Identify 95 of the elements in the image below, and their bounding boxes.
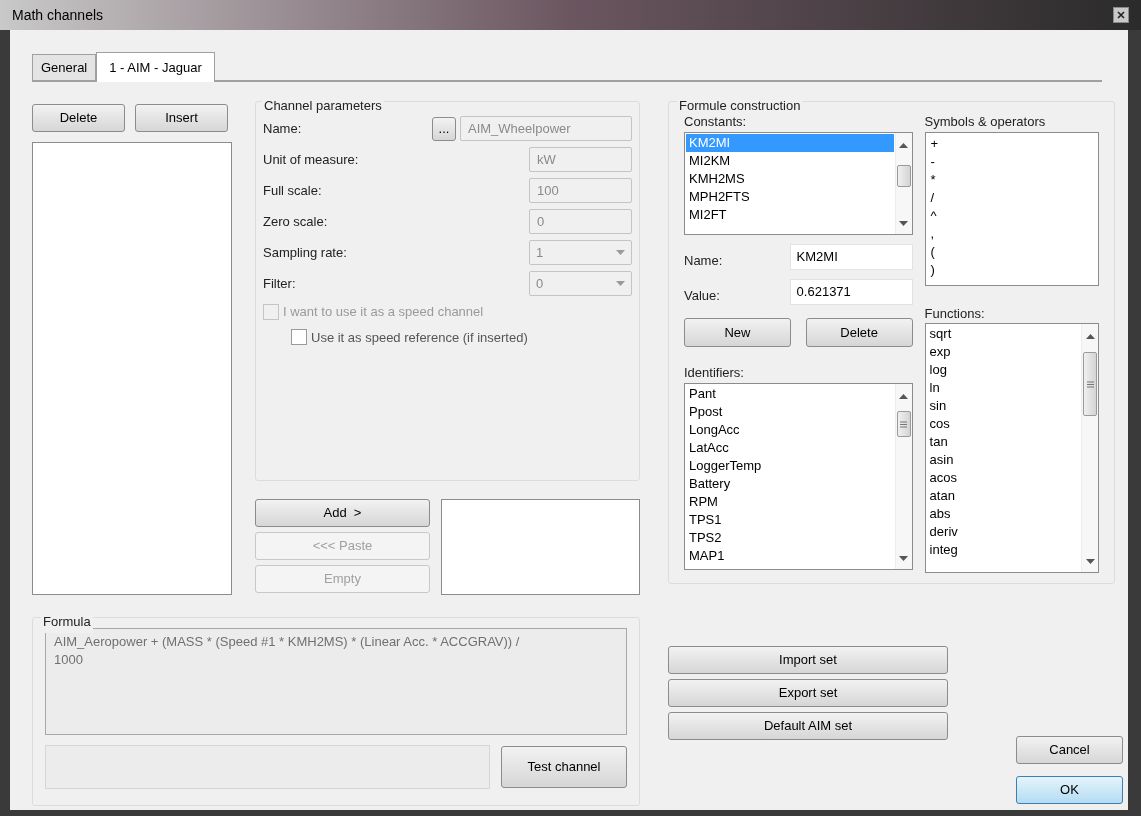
caret-icon bbox=[616, 250, 625, 255]
scroll-down-icon[interactable] bbox=[899, 221, 909, 226]
browse-button[interactable]: ... bbox=[432, 116, 456, 141]
list-item[interactable]: log bbox=[929, 361, 947, 379]
symbols-list[interactable]: + - * / ^ , ( ) bbox=[924, 132, 1099, 286]
scroll-down-icon[interactable] bbox=[899, 556, 909, 561]
list-item[interactable]: * bbox=[930, 171, 936, 189]
scrollbar[interactable] bbox=[894, 384, 912, 569]
list-item[interactable]: Ppost bbox=[689, 403, 891, 421]
list-item[interactable]: + bbox=[930, 135, 939, 153]
formula-part-box[interactable] bbox=[441, 499, 640, 595]
grip-icon bbox=[1086, 380, 1094, 388]
text-field[interactable]: KM2MI bbox=[789, 244, 913, 270]
scrollbar[interactable] bbox=[1081, 324, 1098, 572]
field-label: Full scale: bbox=[263, 182, 322, 199]
tab[interactable]: 1 - AIM - Jaguar bbox=[96, 52, 215, 82]
scroll-up-icon[interactable] bbox=[1085, 334, 1095, 339]
test-channel-button[interactable]: Test channel bbox=[501, 746, 627, 788]
field-label: Functions: bbox=[924, 306, 986, 322]
close-button[interactable] bbox=[1113, 7, 1129, 23]
list-item[interactable]: sqrt bbox=[929, 325, 952, 343]
identifiers-list[interactable]: Pant Ppost LongAcc LatAcc LoggerTemp Battery RPM TPS1 TPS2 MAP1 bbox=[684, 383, 913, 570]
dialog-button[interactable]: OK bbox=[1016, 776, 1123, 804]
checkbox[interactable] bbox=[291, 329, 307, 346]
list-item[interactable]: MPH2FTS bbox=[686, 188, 894, 206]
window-title: Math channels bbox=[12, 5, 104, 25]
list-item[interactable]: cos bbox=[929, 415, 950, 433]
list-item[interactable]: MAP1 bbox=[689, 547, 891, 565]
tab[interactable]: General bbox=[32, 54, 97, 80]
set-button[interactable]: Default AIM set bbox=[668, 712, 948, 740]
list-item[interactable]: KMH2MS bbox=[686, 170, 894, 188]
field-label: Name: bbox=[684, 253, 723, 269]
field-label: Unit of measure: bbox=[263, 151, 359, 168]
field-label: Constants: bbox=[684, 114, 748, 130]
constant-button[interactable]: New bbox=[684, 318, 791, 347]
list-item[interactable]: LongAcc bbox=[689, 421, 891, 439]
field-label: Symbols & operators bbox=[924, 114, 1047, 130]
list-item[interactable]: , bbox=[930, 225, 935, 243]
close-icon bbox=[1117, 11, 1125, 19]
field-label: Identifiers: bbox=[684, 365, 745, 381]
scroll-thumb[interactable] bbox=[1083, 352, 1097, 416]
list-item[interactable]: / bbox=[930, 189, 935, 207]
functions-list[interactable]: sqrt exp log ln sin cos tan asin acos atan abs deriv integ bbox=[924, 323, 1099, 573]
caret-icon bbox=[616, 281, 625, 286]
formula-text-area[interactable]: AIM_Aeropower + (MASS * (Speed #1 * KMH2MS) * (Linear Acc. * ACCGRAV)) / 1000 bbox=[45, 628, 627, 735]
set-button[interactable]: Import set bbox=[668, 646, 948, 674]
list-item[interactable]: acos bbox=[929, 469, 958, 487]
set-button[interactable]: Export set bbox=[668, 679, 948, 707]
grip-icon bbox=[900, 420, 908, 428]
field-label: Value: bbox=[684, 288, 720, 304]
toolbar-button[interactable]: Delete bbox=[32, 104, 125, 132]
list-item[interactable]: deriv bbox=[929, 523, 958, 541]
scrollbar[interactable] bbox=[894, 133, 912, 234]
group-title: Formule construction bbox=[679, 98, 801, 113]
scroll-down-icon[interactable] bbox=[1085, 559, 1095, 564]
constants-list[interactable]: KM2MI MI2KM KMH2MS MPH2FTS MI2FT bbox=[684, 132, 913, 235]
list-item[interactable]: MI2FT bbox=[686, 206, 894, 224]
list-item[interactable]: exp bbox=[929, 343, 951, 361]
field-label: Filter: bbox=[263, 275, 296, 292]
checkbox-label: Use it as speed reference (if inserted) bbox=[311, 328, 528, 347]
group-title: Channel parameters bbox=[264, 98, 382, 113]
field-label: Zero scale: bbox=[263, 213, 328, 230]
list-item[interactable]: ln bbox=[929, 379, 940, 397]
list-item[interactable]: abs bbox=[929, 505, 951, 523]
scroll-up-icon[interactable] bbox=[899, 143, 909, 148]
list-item[interactable]: asin bbox=[929, 451, 954, 469]
list-item[interactable]: ^ bbox=[930, 207, 937, 225]
toolbar-button[interactable]: Insert bbox=[135, 104, 228, 132]
text-field[interactable]: 0.621371 bbox=[789, 279, 913, 305]
list-item[interactable]: LoggerTemp bbox=[689, 457, 891, 475]
constant-button[interactable]: Delete bbox=[805, 318, 913, 347]
dialog-button[interactable]: Cancel bbox=[1016, 736, 1123, 764]
group-title: Formula bbox=[43, 614, 91, 629]
list-item[interactable]: sin bbox=[929, 397, 947, 415]
list-item[interactable]: integ bbox=[929, 541, 958, 559]
list-item[interactable]: TPS1 bbox=[689, 511, 891, 529]
scroll-up-icon[interactable] bbox=[899, 394, 909, 399]
field-label: Sampling rate: bbox=[263, 244, 347, 261]
list-item[interactable]: MI2KM bbox=[686, 152, 894, 170]
list-item[interactable]: ) bbox=[930, 261, 935, 279]
list-item[interactable]: RPM bbox=[689, 493, 891, 511]
list-item[interactable]: Pant bbox=[689, 385, 891, 403]
list-item[interactable]: atan bbox=[929, 487, 955, 505]
field-label: Name: bbox=[263, 120, 302, 137]
scroll-thumb[interactable] bbox=[896, 165, 911, 187]
scroll-thumb[interactable] bbox=[896, 411, 911, 437]
checkbox-label: I want to use it as a speed channel bbox=[283, 303, 484, 321]
list-item[interactable]: ( bbox=[930, 243, 935, 261]
list-item[interactable]: tan bbox=[929, 433, 948, 451]
formula-button[interactable]: Add > bbox=[255, 499, 430, 527]
list-item[interactable]: LatAcc bbox=[689, 439, 891, 457]
list-item[interactable]: TPS2 bbox=[689, 529, 891, 547]
list-item[interactable]: Battery bbox=[689, 475, 891, 493]
result-field[interactable] bbox=[45, 745, 490, 789]
list-item[interactable]: - bbox=[930, 153, 935, 171]
